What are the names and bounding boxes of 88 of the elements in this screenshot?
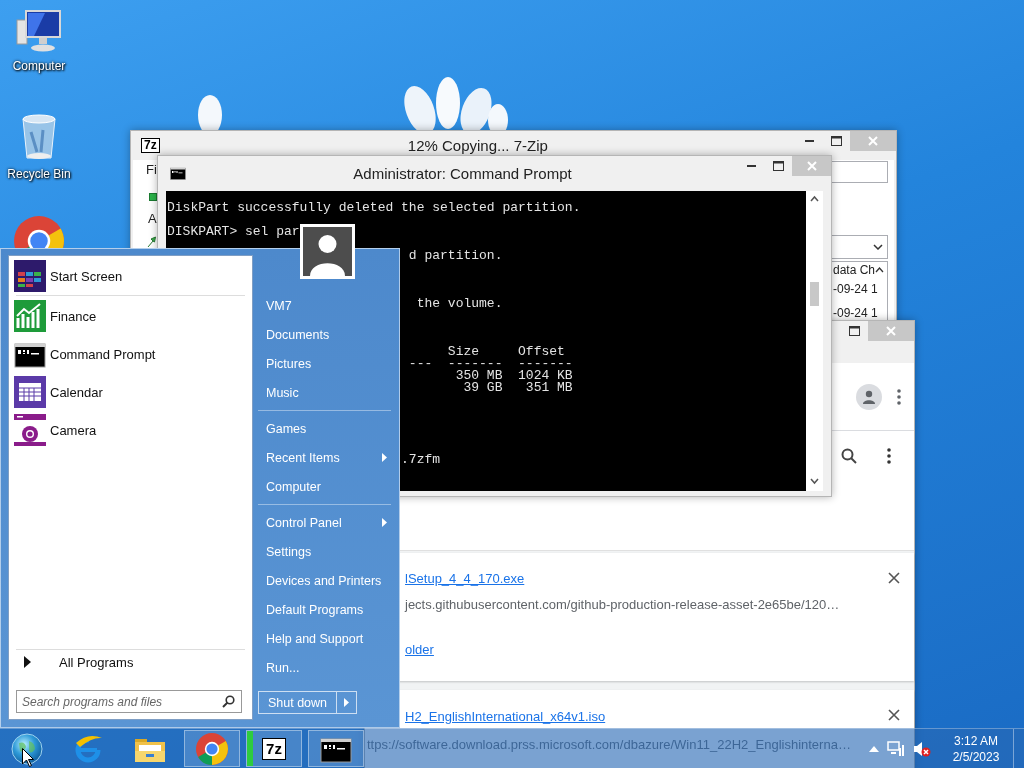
logo-icon: 7z (262, 737, 286, 760)
menu-item[interactable]: Help and Support (258, 624, 391, 653)
menu-item[interactable]: Settings (258, 537, 391, 566)
console-line: .7zfm (401, 452, 441, 467)
maximize-icon (773, 161, 784, 171)
account-button[interactable] (856, 383, 882, 410)
console-line: d partition. (408, 248, 503, 263)
more-options-icon[interactable] (887, 448, 891, 464)
chevron-up-icon[interactable] (875, 267, 884, 273)
console-line: DiskPart successfully deleted the selected partition. (167, 200, 581, 215)
menu-item[interactable]: Music (258, 378, 391, 407)
submenu-arrow-icon (382, 453, 387, 462)
window-title: Administrator: Command Prompt (352, 165, 573, 182)
console-line: 39 GB 351 MB (463, 380, 573, 395)
shut-down-button[interactable]: Shut down (258, 691, 337, 714)
menu-item[interactable]: Default Programs (258, 595, 391, 624)
menu-item[interactable]: Control Panel (258, 508, 391, 537)
program-item[interactable]: Command Prompt (14, 335, 245, 373)
menu-item[interactable]: Recent Items (258, 443, 391, 472)
search-icon[interactable] (222, 695, 235, 708)
chart-icon (14, 300, 46, 332)
search-icon[interactable] (841, 448, 857, 464)
tiles-icon (14, 260, 46, 292)
file-link[interactable]: H2_EnglishInternational_x64v1.iso (405, 708, 606, 726)
caret-up-icon[interactable] (869, 745, 879, 752)
triangle-right-icon (24, 656, 31, 668)
close-icon (886, 326, 896, 336)
column-header[interactable]: data Ch (833, 263, 876, 277)
all-programs-item[interactable]: All Programs (16, 649, 245, 674)
taskbar-button[interactable] (308, 730, 364, 767)
folder-link[interactable]: older (405, 641, 434, 659)
mouse-cursor-icon (22, 748, 34, 767)
maximize-icon (831, 136, 842, 146)
close-icon (806, 161, 817, 171)
window-title: 12% Copying... 7-Zip (406, 137, 549, 154)
calendar-icon (14, 376, 46, 408)
taskbar-button[interactable]: 7z (246, 730, 302, 767)
minimize-icon (747, 165, 756, 167)
list-row[interactable]: -09-24 1 (831, 282, 887, 296)
console-line: --- ------- ------- (408, 356, 573, 371)
camera-icon (14, 414, 46, 446)
terminal-icon (169, 166, 187, 180)
url-text: ttps://software.download.prss.microsoft.com/dbazure/Win11_22H2_Englishinterna… (367, 736, 851, 754)
program-item[interactable]: Calendar (14, 373, 245, 411)
search-field[interactable]: Search programs and files (16, 690, 242, 713)
close-icon[interactable] (888, 709, 900, 721)
network-icon[interactable] (887, 739, 905, 758)
file-link[interactable]: lSetup_4_4_170.exe (405, 570, 525, 588)
console-line: Size Offset (447, 344, 565, 359)
input-field[interactable] (830, 161, 888, 183)
submenu-arrow-icon (344, 698, 349, 707)
computer-icon[interactable] (15, 8, 63, 54)
console-line: the volume. (416, 296, 503, 311)
program-item[interactable]: Camera (14, 411, 245, 449)
list-row[interactable]: -09-24 1 (831, 306, 887, 320)
menu-item[interactable]: Games (258, 414, 391, 443)
toolbar-label[interactable]: A (148, 211, 157, 227)
user-silhouette-icon[interactable] (300, 224, 355, 279)
speaker-muted-icon[interactable] (913, 739, 931, 758)
person-icon (862, 389, 876, 404)
program-item[interactable]: Start Screen (14, 257, 245, 295)
circle-logo-icon (196, 732, 228, 765)
logo-icon: 7z (141, 138, 160, 153)
menu-item[interactable]: Pictures (258, 349, 391, 378)
submenu-arrow-icon (382, 518, 387, 527)
close-icon (868, 136, 878, 146)
recycle-bin-icon[interactable] (19, 112, 59, 162)
options-arrow-button[interactable] (337, 691, 357, 714)
url-text: jects.githubusercontent.com/github-production-release-asset-2e65be/120… (405, 596, 840, 614)
icon-label[interactable]: Computer (12, 59, 66, 73)
arrow-icon[interactable] (147, 236, 156, 248)
menu-item[interactable]: Documents (258, 320, 391, 349)
menu-item[interactable]: Devices and Printers (258, 566, 391, 595)
scrollbar[interactable] (806, 191, 823, 491)
menu-item[interactable]: Computer (258, 472, 391, 501)
maximize-icon (849, 326, 860, 336)
icon-label[interactable]: Recycle Bin (7, 167, 71, 181)
console-line: 350 MB 1024 KB (455, 368, 573, 383)
menu-item[interactable]: VM7 (258, 291, 391, 320)
console-line: DISKPART> sel par (167, 224, 300, 239)
program-item[interactable]: Finance (14, 297, 245, 335)
close-icon[interactable] (888, 572, 900, 584)
clock[interactable]: 3:12 AM 2/5/2023 (945, 732, 1007, 765)
menu-item[interactable]: Run... (258, 653, 391, 682)
more-options-icon[interactable] (897, 388, 901, 405)
minimize-icon (805, 140, 814, 142)
menu-item[interactable]: Fi (146, 162, 157, 178)
chevron-down-icon (873, 244, 883, 250)
